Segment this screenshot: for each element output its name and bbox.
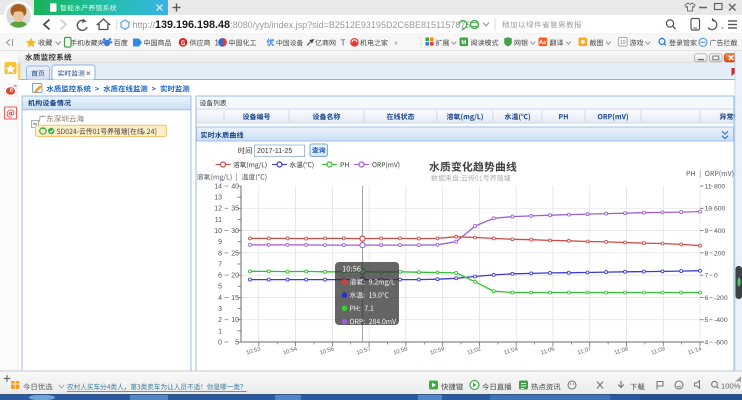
- svg-text:0: 0: [218, 339, 222, 346]
- svg-text:35: 35: [231, 206, 239, 213]
- svg-text:14: 14: [214, 183, 222, 190]
- svg-text:11: 11: [215, 217, 222, 224]
- svg-text:20: 20: [231, 273, 239, 280]
- svg-text:400: 400: [714, 228, 726, 235]
- svg-text:6: 6: [705, 295, 709, 302]
- svg-text:200: 200: [714, 250, 726, 257]
- svg-text:10: 10: [214, 228, 222, 235]
- svg-text:http://139.196.198.48:8080/yyb: http://139.196.198.48:8080/yyb/index.jsp…: [133, 19, 471, 31]
- svg-text:10: 10: [705, 206, 713, 213]
- svg-text:13: 13: [214, 195, 222, 202]
- svg-text:6: 6: [218, 273, 222, 280]
- svg-text:5: 5: [705, 317, 709, 324]
- svg-text:10: 10: [231, 317, 239, 324]
- svg-text:5: 5: [235, 339, 239, 346]
- svg-text:11: 11: [705, 183, 712, 190]
- svg-text:1: 1: [218, 328, 222, 335]
- svg-text:4: 4: [705, 339, 709, 346]
- svg-text:12: 12: [214, 206, 222, 213]
- svg-text:7: 7: [218, 261, 222, 268]
- svg-text:4: 4: [218, 295, 222, 302]
- svg-text:19: 19: [620, 40, 626, 46]
- svg-text:25: 25: [231, 250, 239, 257]
- svg-text:15: 15: [231, 295, 239, 302]
- svg-text:-600: -600: [714, 339, 728, 346]
- svg-text:-400: -400: [714, 317, 728, 324]
- svg-text:7: 7: [705, 273, 709, 280]
- svg-text:600: 600: [714, 206, 726, 213]
- svg-text:2017-11-25: 2017-11-25: [257, 148, 292, 155]
- svg-text:0: 0: [714, 273, 718, 280]
- svg-text:5: 5: [218, 284, 222, 291]
- svg-text:T: T: [341, 37, 346, 47]
- svg-text:40: 40: [231, 183, 239, 190]
- svg-text:3: 3: [218, 306, 222, 313]
- svg-text:800: 800: [714, 183, 726, 190]
- svg-text:9: 9: [218, 239, 222, 246]
- svg-text:8: 8: [218, 250, 222, 257]
- svg-text:9: 9: [705, 228, 709, 235]
- svg-text:-200: -200: [714, 295, 728, 302]
- svg-text:30: 30: [231, 228, 239, 235]
- svg-text:2: 2: [218, 317, 222, 324]
- svg-text:8: 8: [705, 250, 709, 257]
- svg-text:100%: 100%: [721, 381, 741, 390]
